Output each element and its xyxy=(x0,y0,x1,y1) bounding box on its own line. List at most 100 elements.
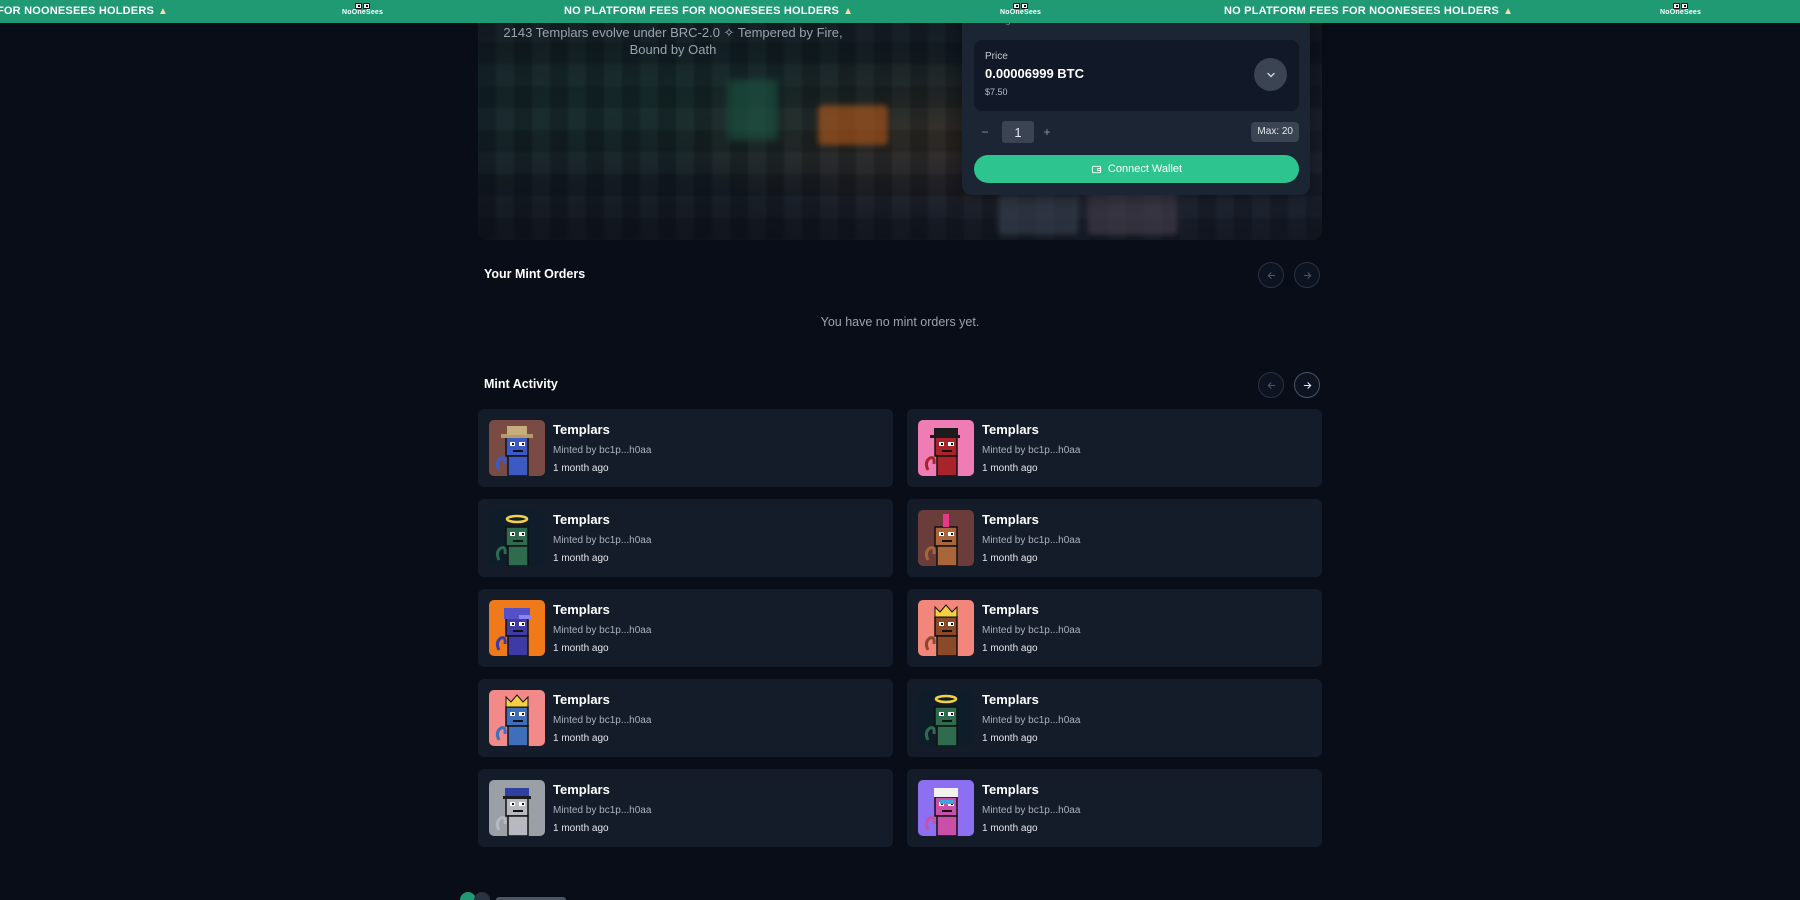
card-minted-by: Minted by bc1p...h0aa xyxy=(553,535,652,546)
templar-thumbnail xyxy=(918,690,974,746)
quantity-stepper: − + Max: 20 xyxy=(974,121,1299,143)
templar-avatar-icon xyxy=(918,420,974,476)
collection-description: 2143 Templars evolve under BRC-2.0 ✧ Tem… xyxy=(503,25,843,57)
card-collection-name: Templars xyxy=(553,602,610,617)
footer-brand xyxy=(460,892,566,900)
mint-activity-card[interactable]: Templars Minted by bc1p...h0aa 1 month ago xyxy=(478,769,893,847)
hero-bg-shape xyxy=(818,105,888,145)
templar-thumbnail xyxy=(489,690,545,746)
templar-avatar-icon xyxy=(489,420,545,476)
card-timestamp: 1 month ago xyxy=(553,463,609,474)
card-minted-by: Minted by bc1p...h0aa xyxy=(982,625,1081,636)
banner-text: NO PLATFORM FEES FOR NOONESEES HOLDERS ▲ xyxy=(564,5,854,17)
price-value: 0.00006999 BTC xyxy=(985,66,1085,81)
card-collection-name: Templars xyxy=(982,422,1039,437)
templar-avatar-icon xyxy=(489,690,545,746)
card-collection-name: Templars xyxy=(553,692,610,707)
card-minted-by: Minted by bc1p...h0aa xyxy=(982,715,1081,726)
orders-next-button[interactable] xyxy=(1294,262,1320,288)
mint-activity-card[interactable]: Templars Minted by bc1p...h0aa 1 month ago xyxy=(907,589,1322,667)
arrow-left-icon xyxy=(1267,381,1275,389)
mint-activity-card[interactable]: Templars Minted by bc1p...h0aa 1 month ago xyxy=(907,679,1322,757)
connect-wallet-button[interactable]: Connect Wallet xyxy=(974,155,1299,183)
sparkle-icon: ✧ xyxy=(723,25,735,40)
mint-activity-card[interactable]: Templars Minted by bc1p...h0aa 1 month ago xyxy=(478,499,893,577)
arrow-left-icon xyxy=(1267,271,1275,279)
price-usd: $7.50 xyxy=(985,87,1008,97)
card-timestamp: 1 month ago xyxy=(982,733,1038,744)
hero-bg-shape xyxy=(998,195,1078,235)
card-timestamp: 1 month ago xyxy=(982,553,1038,564)
card-timestamp: 1 month ago xyxy=(553,733,609,744)
noonesees-logo: NoOneSees xyxy=(342,3,383,19)
templar-thumbnail xyxy=(489,600,545,656)
card-minted-by: Minted by bc1p...h0aa xyxy=(982,535,1081,546)
mint-activity-card[interactable]: Templars Minted by bc1p...h0aa 1 month ago xyxy=(907,769,1322,847)
card-minted-by: Minted by bc1p...h0aa xyxy=(553,805,652,816)
activity-next-button[interactable] xyxy=(1294,372,1320,398)
price-box: Price 0.00006999 BTC $7.50 xyxy=(974,40,1299,111)
flame-icon: ▲ xyxy=(843,6,854,17)
noonesees-logo: NoOneSees xyxy=(1000,3,1041,19)
mint-activity-card[interactable]: Templars Minted by bc1p...h0aa 1 month ago xyxy=(907,499,1322,577)
mint-activity-card[interactable]: Templars Minted by bc1p...h0aa 1 month ago xyxy=(907,409,1322,487)
templar-avatar-icon xyxy=(918,780,974,836)
card-minted-by: Minted by bc1p...h0aa xyxy=(553,715,652,726)
templar-avatar-icon xyxy=(918,600,974,656)
card-minted-by: Minted by bc1p...h0aa xyxy=(553,445,652,456)
templar-thumbnail xyxy=(918,600,974,656)
connect-wallet-label: Connect Wallet xyxy=(1107,163,1183,175)
promo-banner: FOR NOONESEES HOLDERS ▲ NoOneSees NO PLAT… xyxy=(0,0,1800,23)
templar-avatar-icon xyxy=(918,510,974,566)
card-timestamp: 1 month ago xyxy=(553,643,609,654)
card-minted-by: Minted by bc1p...h0aa xyxy=(553,625,652,636)
templar-thumbnail xyxy=(918,510,974,566)
card-collection-name: Templars xyxy=(982,602,1039,617)
banner-text: FOR NOONESEES HOLDERS ▲ xyxy=(0,5,169,17)
chevron-down-icon xyxy=(1266,72,1275,77)
wallet-icon xyxy=(1091,165,1101,173)
card-minted-by: Minted by bc1p...h0aa xyxy=(982,805,1081,816)
templar-thumbnail xyxy=(489,780,545,836)
max-quantity-button[interactable]: Max: 20 xyxy=(1251,122,1299,142)
templar-thumbnail xyxy=(918,420,974,476)
card-timestamp: 1 month ago xyxy=(553,823,609,834)
card-collection-name: Templars xyxy=(553,782,610,797)
banner-text: NO PLATFORM FEES FOR NOONESEES HOLDERS ▲ xyxy=(1224,5,1514,17)
flame-icon: ▲ xyxy=(158,6,169,17)
mint-activity-card[interactable]: Templars Minted by bc1p...h0aa 1 month ago xyxy=(478,679,893,757)
mint-orders-title: Your Mint Orders xyxy=(484,267,586,281)
card-timestamp: 1 month ago xyxy=(553,553,609,564)
quantity-input[interactable] xyxy=(1002,121,1034,143)
mint-activity-card[interactable]: Templars Minted by bc1p...h0aa 1 month ago xyxy=(478,409,893,487)
footer-logo-icon xyxy=(474,892,490,900)
flame-icon: ▲ xyxy=(1503,6,1514,17)
templar-thumbnail xyxy=(489,510,545,566)
card-collection-name: Templars xyxy=(982,512,1039,527)
card-collection-name: Templars xyxy=(553,422,610,437)
empty-orders-message: You have no mint orders yet. xyxy=(820,315,980,329)
arrow-right-icon xyxy=(1303,271,1311,279)
activity-prev-button[interactable] xyxy=(1258,372,1284,398)
templar-avatar-icon xyxy=(489,510,545,566)
hero-bg-shape xyxy=(728,80,778,140)
templar-thumbnail xyxy=(489,420,545,476)
templar-thumbnail xyxy=(918,780,974,836)
mint-activity-card[interactable]: Templars Minted by bc1p...h0aa 1 month ago xyxy=(478,589,893,667)
card-collection-name: Templars xyxy=(982,692,1039,707)
increase-quantity-button[interactable]: + xyxy=(1036,121,1058,143)
mint-activity-title: Mint Activity xyxy=(484,377,558,391)
card-collection-name: Templars xyxy=(553,512,610,527)
orders-prev-button[interactable] xyxy=(1258,262,1284,288)
mint-activity-grid: Templars Minted by bc1p...h0aa 1 month ago… xyxy=(478,409,1322,847)
price-currency-toggle[interactable] xyxy=(1254,58,1287,91)
noonesees-logo: NoOneSees xyxy=(1660,3,1701,19)
decrease-quantity-button[interactable]: − xyxy=(974,121,996,143)
card-minted-by: Minted by bc1p...h0aa xyxy=(982,445,1081,456)
price-label: Price xyxy=(985,51,1008,62)
card-timestamp: 1 month ago xyxy=(982,823,1038,834)
templar-avatar-icon xyxy=(489,600,545,656)
card-timestamp: 1 month ago xyxy=(982,463,1038,474)
mint-panel: Pending Price 0.00006999 BTC $7.50 − + M… xyxy=(962,0,1310,195)
card-timestamp: 1 month ago xyxy=(982,643,1038,654)
